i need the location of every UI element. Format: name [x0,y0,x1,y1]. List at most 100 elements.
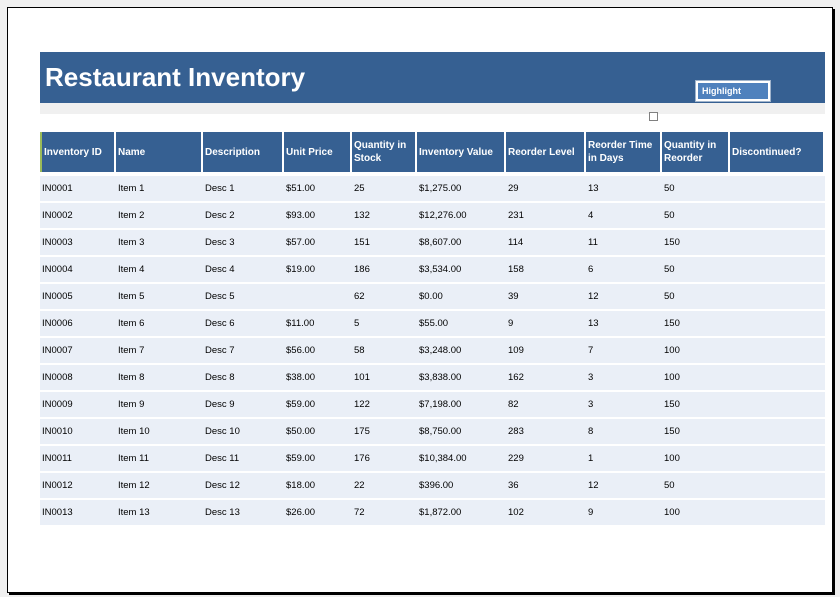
column-header-name[interactable]: Name [116,132,203,172]
cell-description[interactable]: Desc 3 [203,228,284,255]
cell-discontinued[interactable] [730,336,825,363]
cell-quantity-in-stock[interactable]: 22 [352,471,417,498]
cell-name[interactable]: Item 7 [116,336,203,363]
cell-quantity-in-reorder[interactable]: 50 [662,255,730,282]
cell-unit-price[interactable]: $19.00 [284,255,352,282]
cell-inventory-value[interactable]: $8,607.00 [417,228,506,255]
cell-description[interactable]: Desc 1 [203,172,284,201]
cell-name[interactable]: Item 5 [116,282,203,309]
cell-unit-price[interactable]: $50.00 [284,417,352,444]
table-row[interactable]: IN0007 Item 7 Desc 7 $56.00 58 $3,248.00 109 7 1… [40,336,825,363]
cell-inventory-value[interactable]: $0.00 [417,282,506,309]
cell-reorder-time[interactable]: 13 [586,309,662,336]
cell-discontinued[interactable] [730,172,825,201]
cell-description[interactable]: Desc 12 [203,471,284,498]
cell-reorder-time[interactable]: 7 [586,336,662,363]
cell-quantity-in-stock[interactable]: 175 [352,417,417,444]
cell-inventory-id[interactable]: IN0004 [40,255,116,282]
cell-description[interactable]: Desc 13 [203,498,284,525]
cell-name[interactable]: Item 9 [116,390,203,417]
cell-inventory-value[interactable]: $55.00 [417,309,506,336]
cell-reorder-level[interactable]: 39 [506,282,586,309]
cell-inventory-value[interactable]: $8,750.00 [417,417,506,444]
cell-quantity-in-stock[interactable]: 58 [352,336,417,363]
cell-name[interactable]: Item 10 [116,417,203,444]
cell-reorder-level[interactable]: 29 [506,172,586,201]
cell-description[interactable]: Desc 9 [203,390,284,417]
checkbox[interactable] [649,112,658,121]
cell-quantity-in-stock[interactable]: 151 [352,228,417,255]
cell-reorder-level[interactable]: 36 [506,471,586,498]
cell-discontinued[interactable] [730,498,825,525]
cell-name[interactable]: Item 2 [116,201,203,228]
cell-inventory-value[interactable]: $12,276.00 [417,201,506,228]
cell-discontinued[interactable] [730,390,825,417]
cell-description[interactable]: Desc 6 [203,309,284,336]
cell-inventory-id[interactable]: IN0013 [40,498,116,525]
table-row[interactable]: IN0002 Item 2 Desc 2 $93.00 132 $12,276.00 231… [40,201,825,228]
cell-quantity-in-reorder[interactable]: 50 [662,172,730,201]
table-row[interactable]: IN0006 Item 6 Desc 6 $11.00 5 $55.00 9 13 150 [40,309,825,336]
cell-reorder-level[interactable]: 114 [506,228,586,255]
cell-inventory-id[interactable]: IN0003 [40,228,116,255]
cell-reorder-time[interactable]: 6 [586,255,662,282]
cell-name[interactable]: Item 13 [116,498,203,525]
cell-inventory-id[interactable]: IN0002 [40,201,116,228]
column-header-inventory-value[interactable]: Inventory Value [417,132,506,172]
cell-name[interactable]: Item 6 [116,309,203,336]
cell-unit-price[interactable]: $18.00 [284,471,352,498]
cell-reorder-level[interactable]: 9 [506,309,586,336]
highlight-button[interactable]: Highlight [696,81,770,101]
cell-discontinued[interactable] [730,444,825,471]
cell-reorder-time[interactable]: 13 [586,172,662,201]
cell-quantity-in-stock[interactable]: 122 [352,390,417,417]
cell-unit-price[interactable]: $51.00 [284,172,352,201]
cell-inventory-id[interactable]: IN0001 [40,172,116,201]
table-row[interactable]: IN0010 Item 10 Desc 10 $50.00 175 $8,750.00 28… [40,417,825,444]
cell-quantity-in-reorder[interactable]: 150 [662,309,730,336]
cell-quantity-in-reorder[interactable]: 150 [662,417,730,444]
cell-quantity-in-stock[interactable]: 186 [352,255,417,282]
cell-reorder-time[interactable]: 12 [586,471,662,498]
cell-reorder-level[interactable]: 231 [506,201,586,228]
cell-inventory-id[interactable]: IN0005 [40,282,116,309]
cell-reorder-time[interactable]: 4 [586,201,662,228]
cell-quantity-in-stock[interactable]: 5 [352,309,417,336]
cell-quantity-in-reorder[interactable]: 50 [662,201,730,228]
cell-quantity-in-stock[interactable]: 72 [352,498,417,525]
cell-unit-price[interactable] [284,282,352,309]
cell-reorder-level[interactable]: 162 [506,363,586,390]
column-header-quantity-in-reorder[interactable]: Quantity in Reorder [662,132,730,172]
cell-inventory-id[interactable]: IN0010 [40,417,116,444]
cell-reorder-level[interactable]: 102 [506,498,586,525]
cell-unit-price[interactable]: $59.00 [284,390,352,417]
cell-reorder-time[interactable]: 8 [586,417,662,444]
table-row[interactable]: IN0013 Item 13 Desc 13 $26.00 72 $1,872.00 102… [40,498,825,525]
cell-description[interactable]: Desc 5 [203,282,284,309]
cell-reorder-time[interactable]: 12 [586,282,662,309]
cell-description[interactable]: Desc 10 [203,417,284,444]
table-row[interactable]: IN0003 Item 3 Desc 3 $57.00 151 $8,607.00 114 1… [40,228,825,255]
cell-inventory-value[interactable]: $3,534.00 [417,255,506,282]
cell-inventory-value[interactable]: $3,838.00 [417,363,506,390]
table-row[interactable]: IN0009 Item 9 Desc 9 $59.00 122 $7,198.00 82 3 1… [40,390,825,417]
table-row[interactable]: IN0011 Item 11 Desc 11 $59.00 176 $10,384.00 2… [40,444,825,471]
cell-inventory-value[interactable]: $396.00 [417,471,506,498]
cell-inventory-id[interactable]: IN0006 [40,309,116,336]
cell-quantity-in-reorder[interactable]: 50 [662,282,730,309]
cell-inventory-id[interactable]: IN0008 [40,363,116,390]
table-row[interactable]: IN0001 Item 1 Desc 1 $51.00 25 $1,275.00 29 13 5… [40,172,825,201]
cell-quantity-in-reorder[interactable]: 150 [662,228,730,255]
cell-reorder-level[interactable]: 229 [506,444,586,471]
cell-reorder-time[interactable]: 9 [586,498,662,525]
cell-quantity-in-stock[interactable]: 176 [352,444,417,471]
cell-unit-price[interactable]: $38.00 [284,363,352,390]
cell-inventory-value[interactable]: $1,872.00 [417,498,506,525]
cell-inventory-id[interactable]: IN0011 [40,444,116,471]
cell-inventory-value[interactable]: $7,198.00 [417,390,506,417]
cell-reorder-time[interactable]: 3 [586,363,662,390]
cell-description[interactable]: Desc 7 [203,336,284,363]
cell-discontinued[interactable] [730,228,825,255]
cell-discontinued[interactable] [730,201,825,228]
cell-discontinued[interactable] [730,255,825,282]
